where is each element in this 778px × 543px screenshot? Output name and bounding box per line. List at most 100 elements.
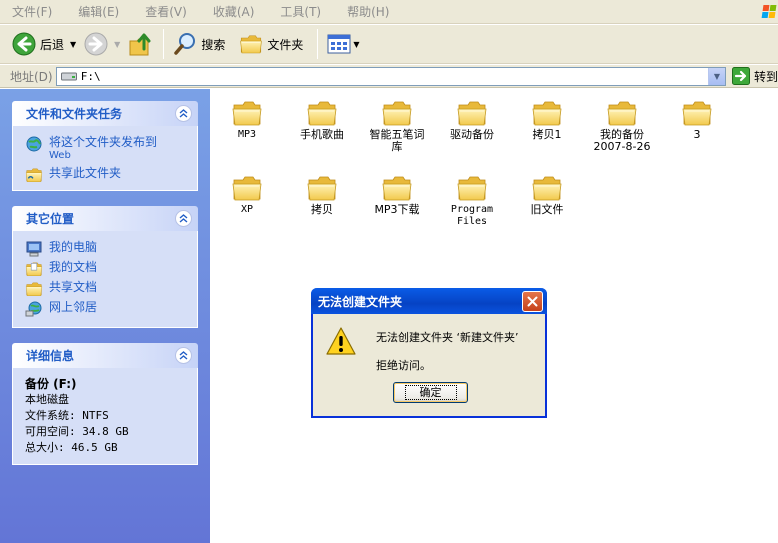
dialog-message-line2: 拒绝访问。 <box>376 359 431 372</box>
publish-web-icon <box>26 136 42 152</box>
folder-item[interactable]: 旧文件 <box>510 174 584 216</box>
my-computer-label: 我的电脑 <box>49 240 98 254</box>
folder-name: 智能五笔词库 <box>369 128 425 153</box>
dialog-body: 无法创建文件夹 ‘新建文件夹’ 拒绝访问。 确定 <box>313 314 545 416</box>
file-tasks-panel: 文件和文件夹任务 将这个文件夹发布到 Web 共享此文件夹 <box>12 101 198 191</box>
back-dropdown-icon[interactable]: ▼ <box>70 40 76 49</box>
network-places-label: 网上邻居 <box>49 300 98 314</box>
forward-dropdown-icon[interactable]: ▼ <box>114 40 120 49</box>
up-folder-icon <box>129 33 151 56</box>
views-button[interactable]: ▼ <box>323 29 363 59</box>
search-label: 搜索 <box>201 37 226 52</box>
folder-item[interactable]: Program Files <box>435 174 509 228</box>
search-button[interactable]: 搜索 <box>169 29 229 59</box>
folder-item[interactable]: MP3下载 <box>360 174 434 216</box>
place-my-computer[interactable]: 我的电脑 <box>25 240 189 257</box>
folders-icon <box>239 33 263 55</box>
forward-arrow-icon <box>84 32 108 56</box>
collapse-chevron-icon[interactable] <box>175 105 192 122</box>
dialog-title-bar[interactable]: 无法创建文件夹 <box>311 288 547 314</box>
publish-web-label: 将这个文件夹发布到 <box>49 135 158 149</box>
place-shared-documents[interactable]: 共享文档 <box>25 280 189 297</box>
file-system: 文件系统: NTFS <box>25 409 109 422</box>
folder-name: 拷贝1 <box>532 128 562 141</box>
folder-name: 手机歌曲 <box>300 128 344 141</box>
views-grid-icon <box>327 34 351 54</box>
menu-bar: 文件(F) 编辑(E) 查看(V) 收藏(A) 工具(T) 帮助(H) <box>0 0 778 24</box>
folder-icon <box>231 174 263 202</box>
menu-favorites[interactable]: 收藏(A) <box>213 3 255 20</box>
back-button[interactable]: 后退 ▼ <box>8 29 80 59</box>
folder-item[interactable]: 3 <box>660 99 734 141</box>
views-dropdown-icon[interactable]: ▼ <box>353 40 359 49</box>
details-header[interactable]: 详细信息 <box>12 343 198 368</box>
folder-item[interactable]: 拷贝1 <box>510 99 584 141</box>
folder-icon <box>456 99 488 127</box>
menu-file[interactable]: 文件(F) <box>12 3 52 20</box>
file-tasks-header[interactable]: 文件和文件夹任务 <box>12 101 198 126</box>
folders-label: 文件夹 <box>267 37 304 52</box>
close-icon <box>527 296 538 306</box>
menu-edit[interactable]: 编辑(E) <box>78 3 119 20</box>
folder-item[interactable]: 智能五笔词库 <box>360 99 434 153</box>
toolbar-separator <box>163 29 165 59</box>
folder-name: 我的备份 2007-8-26 <box>593 128 651 153</box>
collapse-chevron-icon[interactable] <box>175 210 192 227</box>
search-icon <box>174 33 196 55</box>
up-folder-button[interactable] <box>124 29 158 59</box>
folder-icon <box>306 99 338 127</box>
my-computer-icon <box>26 241 42 257</box>
folder-name: Program Files <box>450 204 494 227</box>
back-arrow-icon <box>12 32 36 56</box>
folder-item[interactable]: 我的备份 2007-8-26 <box>585 99 659 153</box>
drive-name: 备份 (F:) <box>25 377 77 391</box>
folder-name: MP3 <box>237 129 257 140</box>
ok-button[interactable]: 确定 <box>393 382 468 403</box>
folder-name: 3 <box>693 128 701 141</box>
dialog-message-line1: 无法创建文件夹 ‘新建文件夹’ <box>376 331 519 344</box>
folder-item[interactable]: 拷贝 <box>285 174 359 216</box>
folder-icon <box>456 174 488 202</box>
folders-button[interactable]: 文件夹 <box>235 29 307 59</box>
folder-item[interactable]: XP <box>210 174 284 216</box>
task-pane: 文件和文件夹任务 将这个文件夹发布到 Web 共享此文件夹 其它位置 我的电脑 … <box>0 89 210 543</box>
publish-web-sub: Web <box>49 150 71 161</box>
folder-name: 旧文件 <box>530 203 564 216</box>
address-label: 地址(D) <box>10 69 53 84</box>
network-places-icon <box>25 301 42 317</box>
folder-item[interactable]: 驱动备份 <box>435 99 509 141</box>
place-network[interactable]: 网上邻居 <box>25 300 189 317</box>
go-arrow-icon <box>731 67 750 85</box>
file-tasks-title: 文件和文件夹任务 <box>26 107 123 121</box>
address-dropdown-button[interactable]: ▼ <box>707 67 725 85</box>
shared-documents-label: 共享文档 <box>49 280 98 294</box>
address-bar: 地址(D) F:\ ▼ 转到 <box>0 65 778 88</box>
share-folder-task[interactable]: 共享此文件夹 <box>25 166 189 183</box>
address-input[interactable]: F:\ ▼ <box>55 66 726 86</box>
other-places-title: 其它位置 <box>26 212 75 226</box>
menu-help[interactable]: 帮助(H) <box>347 3 389 20</box>
folder-item[interactable]: 手机歌曲 <box>285 99 359 141</box>
toolbar-separator <box>317 29 319 59</box>
dialog-title: 无法创建文件夹 <box>318 294 403 309</box>
dialog-close-button[interactable] <box>522 290 543 312</box>
go-button[interactable]: 转到 <box>731 67 778 85</box>
drive-icon <box>60 72 77 81</box>
publish-web-task[interactable]: 将这个文件夹发布到 Web <box>25 135 189 163</box>
forward-button[interactable]: ▼ <box>80 29 124 59</box>
share-folder-label: 共享此文件夹 <box>49 166 122 180</box>
folder-item[interactable]: MP3 <box>210 99 284 141</box>
place-my-documents[interactable]: 我的文档 <box>25 260 189 277</box>
menu-tools[interactable]: 工具(T) <box>280 3 321 20</box>
shared-documents-icon <box>25 281 43 297</box>
ok-label: 确定 <box>404 385 457 400</box>
folder-icon <box>306 174 338 202</box>
folder-icon <box>231 99 263 127</box>
address-text: F:\ <box>80 69 101 83</box>
menu-view[interactable]: 查看(V) <box>145 3 187 20</box>
collapse-chevron-icon[interactable] <box>175 347 192 364</box>
my-documents-label: 我的文档 <box>49 260 98 274</box>
other-places-header[interactable]: 其它位置 <box>12 206 198 231</box>
details-title: 详细信息 <box>26 349 75 363</box>
folder-name: 驱动备份 <box>450 128 494 141</box>
